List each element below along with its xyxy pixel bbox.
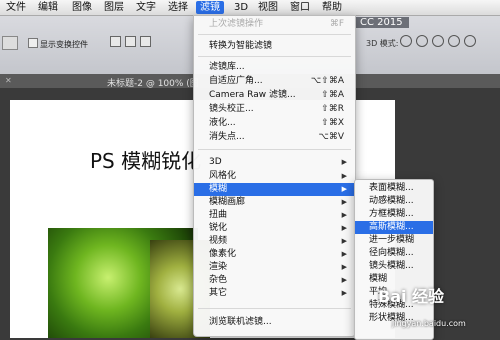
menu-item-browse-online-filters[interactable]: 浏览联机滤镜... bbox=[194, 316, 355, 329]
submenu-item-gaussian-blur[interactable]: 高斯模糊... bbox=[355, 221, 433, 234]
submenu-arrow-icon: ▶ bbox=[341, 237, 347, 245]
submenu-item-surface-blur[interactable]: 表面模糊... bbox=[355, 182, 433, 195]
checkbox-icon bbox=[28, 38, 38, 48]
menu-item-blur[interactable]: 模糊 ▶ bbox=[194, 183, 355, 196]
scale-icon[interactable] bbox=[464, 35, 476, 47]
align-top-icon[interactable] bbox=[110, 36, 121, 47]
submenu-arrow-icon: ▶ bbox=[341, 172, 347, 180]
watermark-url: jingyan.baidu.com bbox=[392, 319, 466, 328]
baidu-jingyan-watermark: Bai 经验 bbox=[378, 287, 445, 306]
menu-divider bbox=[198, 149, 351, 150]
align-icons bbox=[110, 36, 155, 50]
submenu-arrow-icon: ▶ bbox=[341, 263, 347, 271]
3d-mode-label: 3D 模式: bbox=[366, 39, 399, 48]
menu-item-noise[interactable]: 杂色 ▶ bbox=[194, 274, 355, 287]
menu-bar: 文件 编辑 图像 图层 文字 选择 滤镜 3D 视图 窗口 帮助 bbox=[0, 0, 500, 16]
tool-preset-picker[interactable] bbox=[2, 36, 18, 50]
menu-item-sharpen[interactable]: 锐化 ▶ bbox=[194, 222, 355, 235]
menu-item-adaptive-wide-angle[interactable]: 自适应广角... ⌥⇧⌘A bbox=[194, 75, 355, 88]
submenu-arrow-icon: ▶ bbox=[341, 211, 347, 219]
close-tab-icon[interactable]: ✕ bbox=[5, 76, 12, 85]
menu-divider bbox=[198, 308, 351, 309]
menu-item-last-filter: 上次滤镜操作 ⌘F bbox=[209, 19, 344, 29]
3d-mode-icons bbox=[400, 35, 480, 50]
menu-item-render[interactable]: 渲染 ▶ bbox=[194, 261, 355, 274]
document-title[interactable]: 未标题-2 @ 100% (图 bbox=[107, 76, 199, 89]
app-title: CC 2015 bbox=[354, 17, 409, 28]
submenu-item-motion-blur[interactable]: 动感模糊... bbox=[355, 195, 433, 208]
menu-item-distort[interactable]: 扭曲 ▶ bbox=[194, 209, 355, 222]
filter-menu: 上次滤镜操作 ⌘F 转换为智能滤镜 滤镜库... 自适应广角... ⌥⇧⌘A Cam… bbox=[193, 15, 356, 337]
menu-item-3d[interactable]: 3D ▶ bbox=[194, 156, 355, 169]
menu-help[interactable]: 帮助 bbox=[322, 1, 342, 14]
menu-window[interactable]: 窗口 bbox=[290, 1, 310, 14]
submenu-item-blur-more[interactable]: 进一步模糊 bbox=[355, 234, 433, 247]
menu-item-stylize[interactable]: 风格化 ▶ bbox=[194, 170, 355, 183]
submenu-arrow-icon: ▶ bbox=[341, 224, 347, 232]
menu-item-camera-raw[interactable]: Camera Raw 滤镜... ⇧⌘A bbox=[194, 89, 355, 102]
menu-divider bbox=[198, 34, 351, 35]
submenu-arrow-icon: ▶ bbox=[341, 276, 347, 284]
menu-filter[interactable]: 滤镜 bbox=[196, 1, 224, 14]
show-transform-checkbox[interactable]: 显示变换控件 bbox=[28, 38, 88, 50]
menu-layer[interactable]: 图层 bbox=[104, 1, 124, 14]
menu-item-vanishing-point[interactable]: 消失点... ⌥⌘V bbox=[194, 131, 355, 144]
canvas-heading: PS 模糊锐化 bbox=[90, 149, 202, 173]
menu-3d[interactable]: 3D bbox=[234, 1, 248, 14]
menu-image[interactable]: 图像 bbox=[72, 1, 92, 14]
menu-view[interactable]: 视图 bbox=[258, 1, 278, 14]
rotate-icon[interactable] bbox=[400, 35, 412, 47]
show-transform-label: 显示变换控件 bbox=[40, 40, 88, 49]
blur-submenu: 表面模糊... 动感模糊... 方框模糊... 高斯模糊... 进一步模糊 径向… bbox=[354, 179, 434, 340]
menu-divider bbox=[198, 56, 351, 57]
align-bottom-icon[interactable] bbox=[140, 36, 151, 47]
submenu-arrow-icon: ▶ bbox=[341, 289, 347, 297]
menu-item-other[interactable]: 其它 ▶ bbox=[194, 287, 355, 300]
menu-item-pixelate[interactable]: 像素化 ▶ bbox=[194, 248, 355, 261]
submenu-arrow-icon: ▶ bbox=[341, 250, 347, 258]
menu-item-video[interactable]: 视频 ▶ bbox=[194, 235, 355, 248]
pan-icon[interactable] bbox=[432, 35, 444, 47]
menu-type[interactable]: 文字 bbox=[136, 1, 156, 14]
submenu-item-lens-blur[interactable]: 镜头模糊... bbox=[355, 260, 433, 273]
menu-item-liquify[interactable]: 液化... ⇧⌘X bbox=[194, 117, 355, 130]
menu-item-filter-gallery[interactable]: 滤镜库... bbox=[194, 61, 355, 74]
submenu-arrow-icon: ▶ bbox=[341, 185, 347, 193]
submenu-item-radial-blur[interactable]: 径向模糊... bbox=[355, 247, 433, 260]
menu-item-lens-correction[interactable]: 镜头校正... ⇧⌘R bbox=[194, 103, 355, 116]
submenu-arrow-icon: ▶ bbox=[341, 198, 347, 206]
align-middle-icon[interactable] bbox=[125, 36, 136, 47]
menu-item-convert-smart-filters[interactable]: 转换为智能滤镜 bbox=[194, 40, 355, 53]
menu-file[interactable]: 文件 bbox=[6, 1, 26, 14]
slide-icon[interactable] bbox=[448, 35, 460, 47]
menu-select[interactable]: 选择 bbox=[168, 1, 188, 14]
menu-item-blur-gallery[interactable]: 模糊画廊 ▶ bbox=[194, 196, 355, 209]
roll-icon[interactable] bbox=[416, 35, 428, 47]
menu-edit[interactable]: 编辑 bbox=[38, 1, 58, 14]
submenu-item-box-blur[interactable]: 方框模糊... bbox=[355, 208, 433, 221]
submenu-arrow-icon: ▶ bbox=[341, 158, 347, 166]
